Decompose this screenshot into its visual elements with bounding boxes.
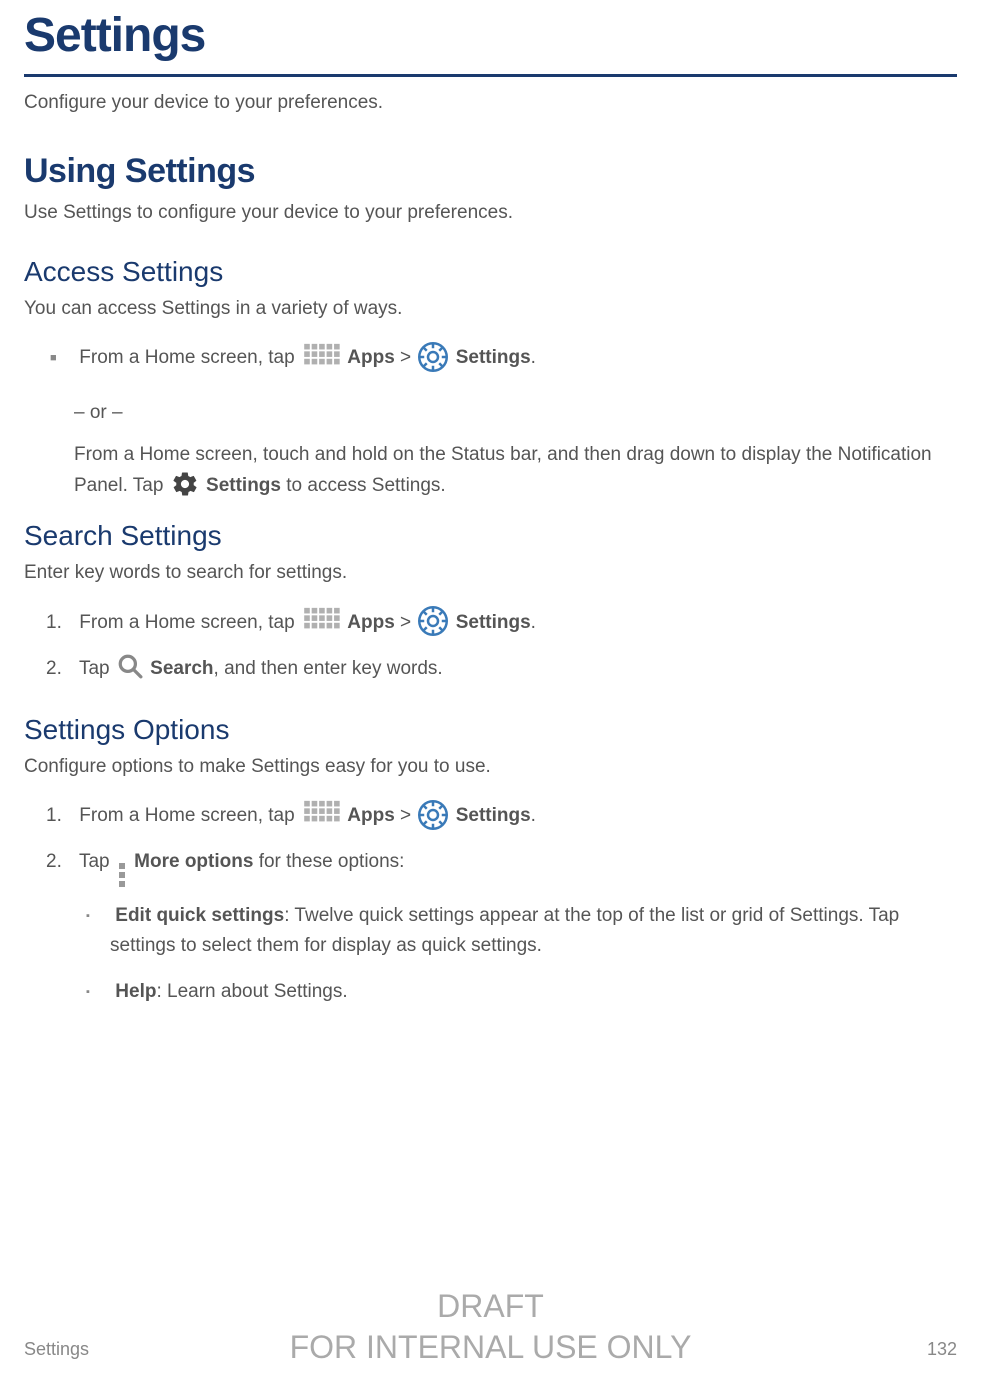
subsection-intro-options: Configure options to make Settings easy … [24,753,957,782]
settings-label: Settings [206,475,281,496]
text: From a Home screen, touch and hold on th… [74,444,932,495]
apps-icon [302,799,340,832]
search-steps: From a Home screen, tap Apps > Settings.… [24,606,957,685]
watermark-line1: DRAFT [0,1286,981,1328]
text: , and then enter key words. [214,658,443,679]
period: . [531,612,536,633]
separator: > [395,805,417,826]
apps-label: Apps [347,805,395,826]
text: to access Settings. [281,475,446,496]
settings-label: Settings [456,612,531,633]
search-icon [117,653,143,684]
access-alt-text: From a Home screen, touch and hold on th… [74,441,957,501]
chapter-title: Settings [24,0,957,77]
options-steps: From a Home screen, tap Apps > Settings.… [24,799,957,886]
separator: > [395,612,417,633]
search-step-1: From a Home screen, tap Apps > Settings. [74,606,957,639]
settings-label: Settings [456,347,531,368]
settings-gear-icon [418,342,448,374]
text: From a Home screen, tap [79,805,300,826]
text: From a Home screen, tap [79,612,300,633]
page-footer: Settings 132 [24,1336,957,1363]
settings-label: Settings [456,805,531,826]
subsection-intro-search: Enter key words to search for settings. [24,559,957,588]
bullet-text: : Learn about Settings. [156,981,347,1002]
period: . [531,805,536,826]
period: . [531,347,536,368]
text: Tap [79,658,115,679]
subsection-intro-access: You can access Settings in a variety of … [24,295,957,324]
search-step-2: Tap Search, and then enter key words. [74,653,957,684]
search-label: Search [150,658,213,679]
option-edit-quick: Edit quick settings: Twelve quick settin… [110,901,957,962]
section-title-using: Using Settings [24,146,957,197]
option-help: Help: Learn about Settings. [110,977,957,1007]
options-sub-bullets: Edit quick settings: Twelve quick settin… [24,901,957,1008]
text: for these options: [253,851,404,872]
access-bullet-list: From a Home screen, tap Apps > Settings. [24,342,957,375]
apps-icon [302,606,340,639]
more-options-label: More options [134,851,253,872]
access-step: From a Home screen, tap Apps > Settings. [74,342,957,375]
text: Tap [79,851,115,872]
separator: > [395,347,417,368]
section-intro-using: Use Settings to configure your device to… [24,199,957,228]
subsection-title-access: Access Settings [24,251,957,293]
page-number: 132 [927,1336,957,1363]
bullet-bold: Help [115,981,156,1002]
footer-section-name: Settings [24,1336,89,1363]
settings-gear-icon [418,800,448,832]
apps-label: Apps [347,612,395,633]
settings-gear-icon [418,606,448,638]
settings-gear-dark-icon [171,470,199,502]
options-step-2: Tap More options for these options: [74,847,957,887]
chapter-intro: Configure your device to your preference… [24,89,957,118]
subsection-title-options: Settings Options [24,709,957,751]
subsection-title-search: Search Settings [24,515,957,557]
text: From a Home screen, tap [79,347,300,368]
apps-icon [302,342,340,375]
options-step-1: From a Home screen, tap Apps > Settings. [74,799,957,832]
or-separator: – or – [74,399,957,428]
bullet-bold: Edit quick settings [115,905,284,926]
apps-label: Apps [347,347,395,368]
more-options-icon [119,863,125,887]
